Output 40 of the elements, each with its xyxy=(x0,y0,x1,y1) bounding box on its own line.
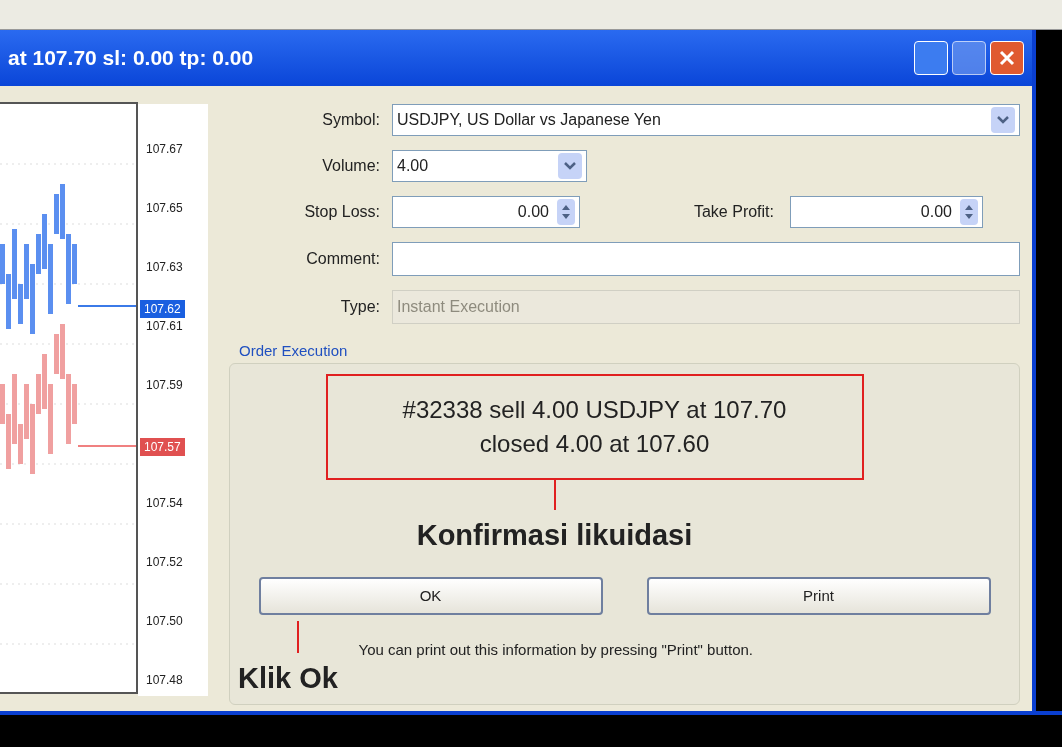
print-hint: You can print out this information by pressing "Print" button. xyxy=(358,640,753,660)
field-label: Symbol: xyxy=(321,110,381,130)
group-title: Order Execution xyxy=(239,341,349,361)
field-label: Volume: xyxy=(321,156,381,176)
symbol-dropdown[interactable]: USDJPY, US Dollar vs Japanese Yen xyxy=(392,104,1020,136)
price-tick-label: 107.65 xyxy=(146,201,183,215)
annotation-label: Klik Ok xyxy=(238,661,338,694)
ok-button[interactable]: OK xyxy=(258,577,603,615)
field-label: Take Profit: xyxy=(692,202,775,222)
print-button[interactable]: Print xyxy=(646,577,991,615)
execution-message: #32338 sell 4.00 USDJPY at 107.70 closed 4.00 at 107.60 xyxy=(325,373,864,480)
price-tick-label: 107.48 xyxy=(146,673,183,687)
spin-arrows-icon[interactable] xyxy=(960,199,978,225)
price-tick-label: 107.67 xyxy=(146,142,183,156)
price-tick-label: 107.50 xyxy=(146,614,183,628)
price-tick-label: 107.54 xyxy=(146,496,183,510)
bid-price-line xyxy=(77,445,136,447)
spin-arrows-icon[interactable] xyxy=(557,199,575,225)
take-profit-field[interactable]: 0.00 xyxy=(790,196,983,228)
stop-loss-field[interactable]: 0.00 xyxy=(392,196,580,228)
close-button[interactable] xyxy=(990,41,1024,75)
field-label: Type: xyxy=(339,297,381,317)
minimize-button[interactable] xyxy=(914,41,948,75)
volume-dropdown[interactable]: 4.00 xyxy=(392,150,587,182)
price-tick-label: 107.61 xyxy=(146,319,183,333)
price-tick-label: 107.52 xyxy=(146,555,183,569)
field-label: Stop Loss: xyxy=(303,202,381,222)
leader-line xyxy=(553,479,556,510)
price-tick-label: 107.63 xyxy=(146,260,183,274)
price-tag: 107.62 xyxy=(140,300,185,318)
ask-price-line xyxy=(77,305,136,307)
price-tick-label: 107.59 xyxy=(146,378,183,392)
field-label: Comment: xyxy=(305,249,381,269)
comment-field[interactable] xyxy=(392,242,1020,276)
price-tag: 107.57 xyxy=(140,438,185,456)
leader-line xyxy=(296,621,299,653)
window-title: at 107.70 sl: 0.00 tp: 0.00 xyxy=(8,45,254,72)
maximize-button[interactable] xyxy=(952,41,986,75)
close-icon xyxy=(998,49,1016,67)
annotation-label: Konfirmasi likuidasi xyxy=(416,517,693,553)
